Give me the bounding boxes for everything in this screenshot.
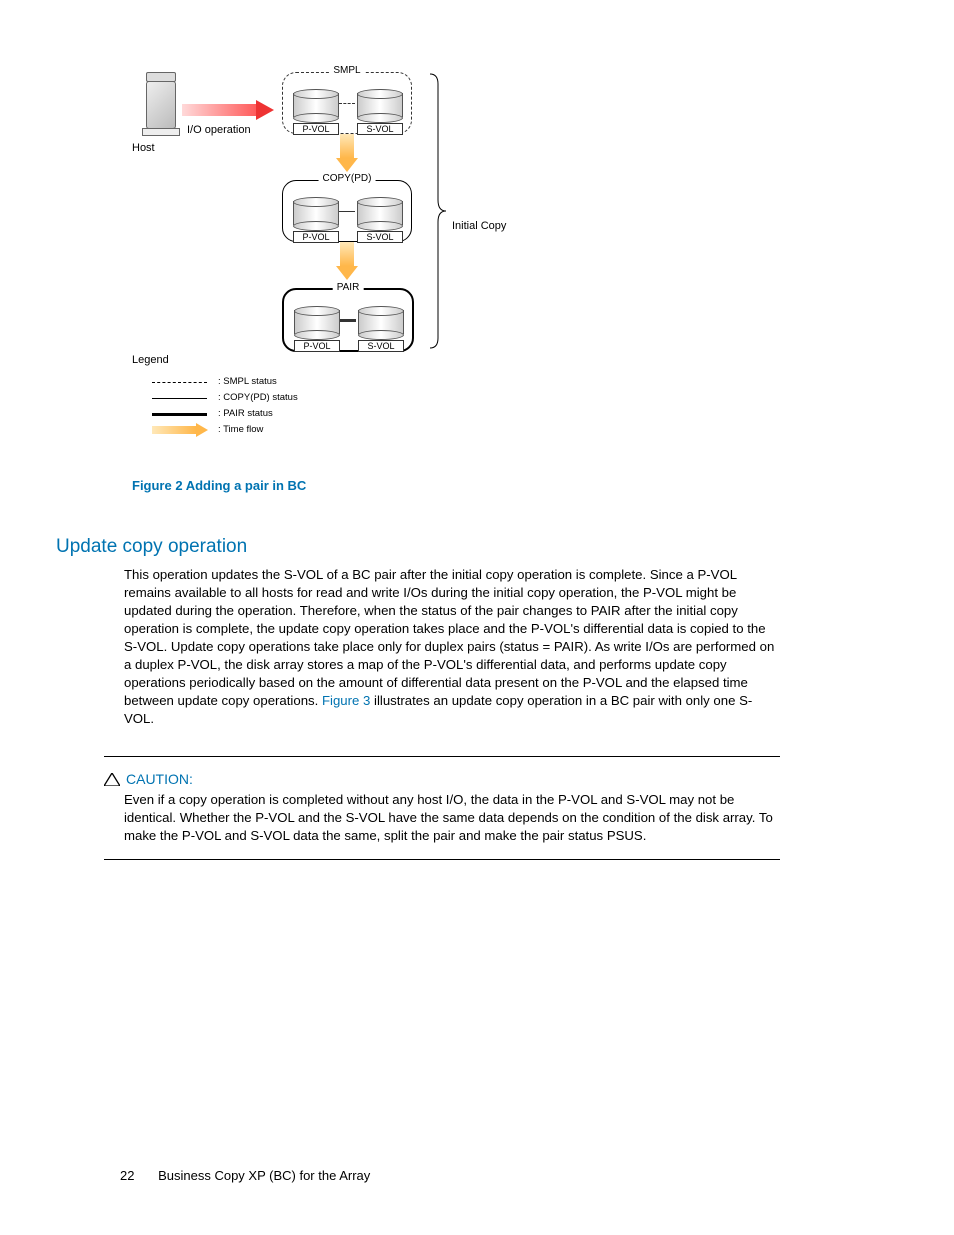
time-flow-arrow-icon xyxy=(340,242,354,280)
io-operation-label: I/O operation xyxy=(187,124,251,136)
figure-caption: Figure 2 Adding a pair in BC xyxy=(132,478,306,493)
legend-text: : Time flow xyxy=(212,422,263,438)
caution-triangle-icon xyxy=(104,773,120,786)
pvol-label: P-VOL xyxy=(294,340,340,352)
caution-block: CAUTION: Even if a copy operation is com… xyxy=(104,756,780,860)
state-copypd: COPY(PD) P-VOL S-VOL xyxy=(282,180,412,242)
svol-label: S-VOL xyxy=(357,231,403,243)
pvol-label: P-VOL xyxy=(293,123,339,135)
legend-item-flow: : Time flow xyxy=(152,422,332,438)
figure-diagram: Host I/O operation SMPL P-VOL S-VOL xyxy=(132,62,552,462)
time-flow-arrow-icon xyxy=(340,134,354,172)
svol-cylinder-icon: S-VOL xyxy=(357,197,401,229)
svol-cylinder-icon: S-VOL xyxy=(358,306,402,338)
footer-title: Business Copy XP (BC) for the Array xyxy=(158,1168,370,1183)
io-arrow xyxy=(182,100,277,120)
state-smpl-title: SMPL xyxy=(329,65,364,76)
page: Host I/O operation SMPL P-VOL S-VOL xyxy=(0,0,954,1235)
legend-item-smpl: : SMPL status xyxy=(152,374,332,390)
brace-icon xyxy=(428,72,448,350)
caution-label: CAUTION: xyxy=(126,771,193,787)
legend-text: : PAIR status xyxy=(212,406,273,422)
legend-item-pair: : PAIR status xyxy=(152,406,332,422)
svol-label: S-VOL xyxy=(358,340,404,352)
legend-text: : SMPL status xyxy=(212,374,277,390)
state-pair-title: PAIR xyxy=(333,282,364,293)
pvol-label: P-VOL xyxy=(293,231,339,243)
figure-3-link[interactable]: Figure 3 xyxy=(322,693,370,708)
body-text: This operation updates the S-VOL of a BC… xyxy=(124,567,774,708)
svol-cylinder-icon: S-VOL xyxy=(357,89,401,121)
state-pair: PAIR P-VOL S-VOL xyxy=(282,288,414,352)
legend-item-copypd: : COPY(PD) status xyxy=(152,390,332,406)
svol-label: S-VOL xyxy=(357,123,403,135)
page-footer: 22 Business Copy XP (BC) for the Array xyxy=(120,1168,370,1183)
legend: : SMPL status : COPY(PD) status : PAIR s… xyxy=(152,374,332,438)
body-paragraph: This operation updates the S-VOL of a BC… xyxy=(124,566,780,728)
pvol-cylinder-icon: P-VOL xyxy=(294,306,338,338)
host-label: Host xyxy=(132,142,155,154)
legend-text: : COPY(PD) status xyxy=(212,390,298,406)
initial-copy-label: Initial Copy xyxy=(452,220,506,232)
pvol-cylinder-icon: P-VOL xyxy=(293,89,337,121)
page-number: 22 xyxy=(120,1168,134,1183)
host-icon xyxy=(142,72,178,132)
legend-title: Legend xyxy=(132,354,169,366)
state-smpl: SMPL P-VOL S-VOL xyxy=(282,72,412,134)
section-heading: Update copy operation xyxy=(56,536,247,558)
caution-text: Even if a copy operation is completed wi… xyxy=(124,791,780,845)
pvol-cylinder-icon: P-VOL xyxy=(293,197,337,229)
state-copypd-title: COPY(PD) xyxy=(319,173,376,184)
